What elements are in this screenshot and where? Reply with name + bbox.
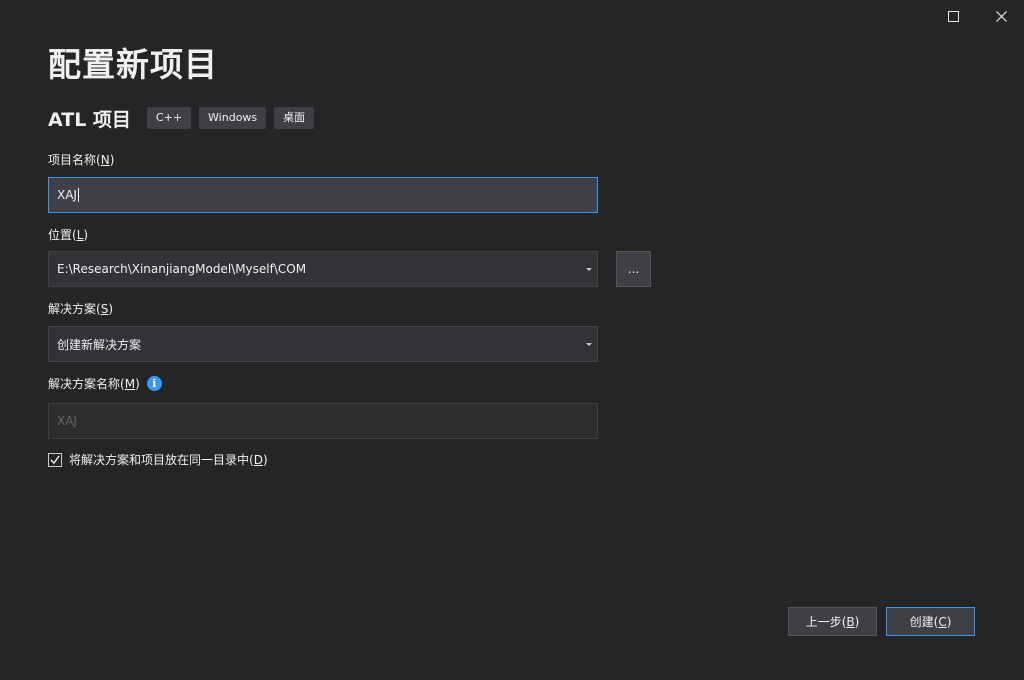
template-header: ATL 项目 C++ Windows 桌面 — [48, 105, 322, 131]
location-value: E:\Research\XinanjiangModel\Myself\COM — [57, 262, 307, 276]
template-name: ATL 项目 — [48, 108, 131, 131]
info-icon[interactable]: i — [146, 376, 162, 391]
location-label: 位置(L) — [48, 227, 89, 243]
project-name-label: 项目名称(N) — [48, 152, 115, 168]
same-directory-checkbox[interactable] — [48, 452, 62, 467]
project-name-value: XAJ — [57, 188, 77, 202]
page-title: 配置新项目 — [48, 45, 218, 84]
create-button[interactable]: 创建(C) — [886, 607, 975, 636]
checkmark-icon — [50, 455, 60, 464]
browse-button[interactable]: ... — [616, 251, 651, 287]
solution-combobox[interactable]: 创建新解决方案 — [48, 326, 598, 362]
same-directory-option[interactable]: 将解决方案和项目放在同一目录中(D) — [48, 451, 268, 468]
maximize-button[interactable] — [930, 4, 976, 28]
solution-value: 创建新解决方案 — [57, 337, 142, 352]
solution-label: 解决方案(S) — [48, 301, 114, 317]
chevron-down-icon[interactable] — [586, 343, 592, 346]
close-icon — [995, 10, 1007, 22]
tag-language: C++ — [146, 107, 192, 129]
solution-name-label: 解决方案名称(M) i — [48, 375, 162, 392]
text-caret — [77, 188, 79, 202]
chevron-down-icon[interactable] — [586, 268, 592, 271]
tag-platform: Windows — [199, 107, 267, 129]
maximize-icon — [947, 10, 959, 22]
back-button[interactable]: 上一步(B) — [788, 607, 877, 636]
tag-project-type: 桌面 — [274, 107, 315, 129]
close-button[interactable] — [978, 4, 1024, 28]
solution-name-input: XAJ — [48, 403, 598, 439]
project-name-input[interactable]: XAJ — [48, 177, 598, 213]
location-combobox[interactable]: E:\Research\XinanjiangModel\Myself\COM — [48, 251, 598, 287]
same-directory-label: 将解决方案和项目放在同一目录中(D) — [69, 453, 268, 467]
solution-name-value: XAJ — [57, 414, 77, 428]
